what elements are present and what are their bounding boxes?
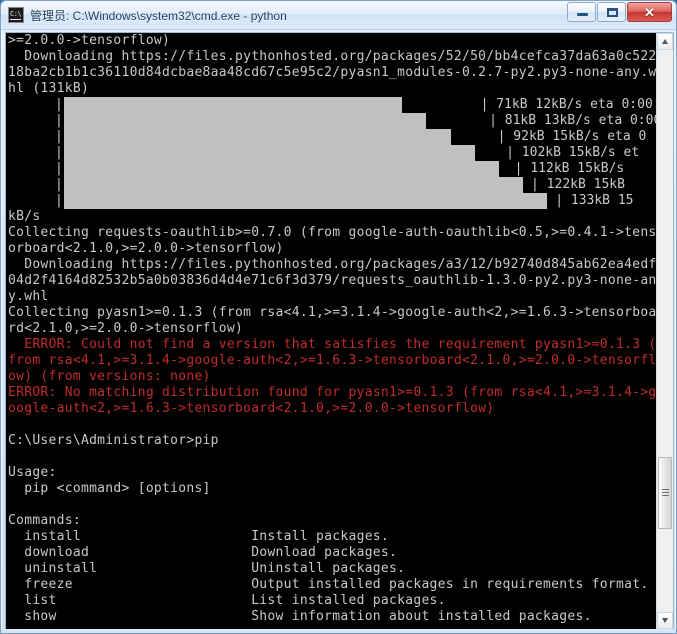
progress-bar-status: | 122kB 15kB <box>523 177 625 192</box>
console-line: install Install packages. <box>8 529 390 544</box>
console-line: pip <command> [options] <box>8 481 211 496</box>
console-line: kB/s <box>8 209 41 224</box>
console-line: uninstall Uninstall packages. <box>8 561 406 576</box>
progress-bar-fill <box>62 113 427 129</box>
progress-bar-status: | 92kB 15kB/s eta 0 <box>450 129 647 144</box>
console-window: 管理员: C:\Windows\system32\cmd.exe - pytho… <box>0 0 677 634</box>
progress-bar-status: | 133kB 15 <box>547 193 634 208</box>
console-line: Usage: <box>8 465 57 480</box>
console-line: y.whl <box>8 289 49 304</box>
console-line: 18ba2cb1b1c36110d84dcbae8aa48cd67c5e95c2… <box>8 65 657 80</box>
chevron-down-icon <box>662 618 668 623</box>
progress-bar-open-delimiter: | <box>8 193 63 208</box>
console-line: oogle-auth<2,>=1.6.3->tensorboard<2.1.0,… <box>8 401 495 416</box>
progress-bar-status: | 71kB 12kB/s eta 0:00:0 <box>402 97 658 112</box>
console-progress-line: | | 133kB 15 <box>6 193 658 209</box>
progress-bar-status: | 81kB 13kB/s eta 0:00 <box>426 113 658 128</box>
window-title: 管理员: C:\Windows\system32\cmd.exe - pytho… <box>30 8 287 23</box>
restore-icon <box>607 8 618 17</box>
console-line: Collecting pyasn1>=0.1.3 (from rsa<4.1,>… <box>8 305 657 320</box>
progress-bar-fill <box>62 161 500 177</box>
progress-bar-fill <box>62 177 524 193</box>
console-line: freeze Output installed packages in requ… <box>8 577 649 592</box>
progress-bar-fill <box>62 193 548 209</box>
console-line: 04d2f4164d82532b5a0b03836d4d4e71c6f3d379… <box>8 273 657 288</box>
minimize-icon <box>577 13 588 16</box>
title-bar[interactable]: 管理员: C:\Windows\system32\cmd.exe - pytho… <box>1 1 676 30</box>
console-line: from rsa<4.1,>=3.1.4->google-auth<2,>=1.… <box>8 353 657 368</box>
console-progress-line: | | 112kB 15kB/s <box>6 161 658 177</box>
console-line: download Download packages. <box>8 545 398 560</box>
cmd-console-icon <box>8 7 24 23</box>
console-line: Commands: <box>8 513 81 528</box>
console-line: ERROR: No matching distribution found fo… <box>8 385 657 400</box>
console-line: Downloading https://files.pythonhosted.o… <box>8 257 657 272</box>
progress-bar-open-delimiter: | <box>8 97 63 112</box>
console-scrollbar[interactable] <box>656 33 673 629</box>
console-line: ow) (from versions: none) <box>8 369 211 384</box>
console-line: C:\Users\Administrator>pip <box>8 433 219 448</box>
progress-bar-open-delimiter: | <box>8 113 63 128</box>
console-progress-line: | | 71kB 12kB/s eta 0:00:0 <box>6 97 658 113</box>
console-line: >=2.0.0->tensorflow) <box>8 33 171 48</box>
console-line: list List installed packages. <box>8 593 446 608</box>
window-controls: ✕ <box>567 2 672 22</box>
console-line: Downloading https://files.pythonhosted.o… <box>8 49 657 64</box>
progress-bar-status: | 102kB 15kB/s et <box>474 145 640 160</box>
window-status-strip <box>1 629 676 633</box>
console-client-area: >=2.0.0->tensorflow) Downloading https:/… <box>5 32 674 630</box>
progress-bar-status: | 112kB 15kB/s <box>499 161 625 176</box>
restore-button[interactable] <box>597 2 626 22</box>
scroll-up-button[interactable] <box>657 33 673 50</box>
close-icon: ✕ <box>644 5 655 20</box>
console-progress-line: | | 122kB 15kB <box>6 177 658 193</box>
console-line: orboard<2.1.0,>=2.0.0->tensorflow) <box>8 241 284 256</box>
console-line: show Show information about installed pa… <box>8 609 592 624</box>
scrollbar-thumb[interactable] <box>658 457 672 529</box>
progress-bar-fill <box>62 145 475 161</box>
chevron-up-icon <box>662 39 668 44</box>
progress-bar-open-delimiter: | <box>8 145 63 160</box>
console-line: ERROR: Could not find a version that sat… <box>8 337 657 352</box>
progress-bar-fill <box>62 97 403 113</box>
console-progress-line: | | 92kB 15kB/s eta 0 <box>6 129 658 145</box>
console-output[interactable]: >=2.0.0->tensorflow) Downloading https:/… <box>6 33 658 629</box>
minimize-button[interactable] <box>567 2 596 22</box>
progress-bar-open-delimiter: | <box>8 129 63 144</box>
console-line: Collecting requests-oauthlib>=0.7.0 (fro… <box>8 225 657 240</box>
console-progress-line: | | 81kB 13kB/s eta 0:00 <box>6 113 658 129</box>
console-line: rd<2.1.0,>=2.0.0->tensorflow) <box>8 321 244 336</box>
grip-lines-icon <box>662 489 669 490</box>
progress-bar-open-delimiter: | <box>8 177 63 192</box>
close-button[interactable]: ✕ <box>627 2 672 22</box>
progress-bar-fill <box>62 129 451 145</box>
console-progress-line: | | 102kB 15kB/s et <box>6 145 658 161</box>
scroll-down-button[interactable] <box>657 612 673 629</box>
progress-bar-open-delimiter: | <box>8 161 63 176</box>
console-line: hl (131kB) <box>8 81 90 96</box>
